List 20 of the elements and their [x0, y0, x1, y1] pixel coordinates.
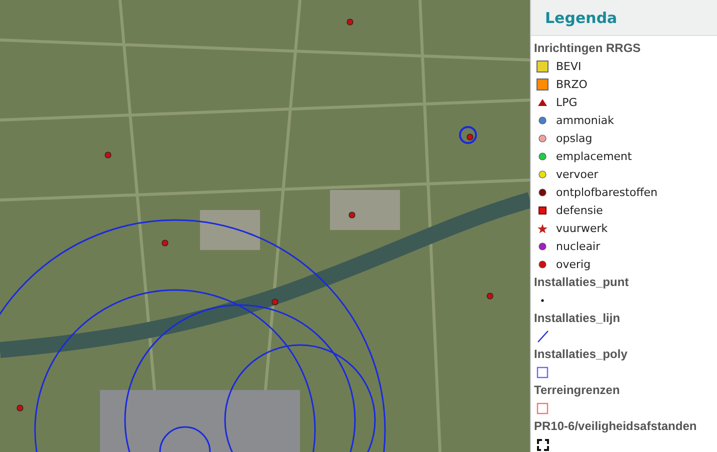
legend-group-title: PR10-6/veiligheidsafstanden	[534, 418, 698, 435]
legend-label: emplacement	[556, 150, 632, 162]
legend-label: nucleair	[556, 240, 600, 252]
legend-label: defensie	[556, 204, 603, 216]
legend-label: BRZO	[556, 78, 588, 90]
legend-group-title: Terreingrenzen	[534, 382, 621, 399]
legend-group-title: Inrichtingen RRGS	[534, 40, 642, 57]
legend-label: vuurwerk	[556, 222, 608, 234]
legend-label: ammoniak	[556, 114, 614, 126]
legend-label: ontplofbarestoffen	[556, 186, 658, 198]
legend-label: LPG	[556, 96, 578, 108]
legend-label: opslag	[556, 132, 592, 144]
legend-group-title: Installaties_lijn	[534, 310, 622, 327]
legend-label: vervoer	[556, 168, 598, 180]
legend-label: overig	[556, 258, 591, 270]
legend-title: Legenda	[545, 8, 618, 26]
aerial-map-drawing[interactable]	[0, 0, 530, 452]
legend-label: BEVI	[556, 60, 582, 72]
legend-group-title: Installaties_punt	[534, 274, 630, 291]
legend-group-title: Installaties_poly	[534, 346, 628, 363]
